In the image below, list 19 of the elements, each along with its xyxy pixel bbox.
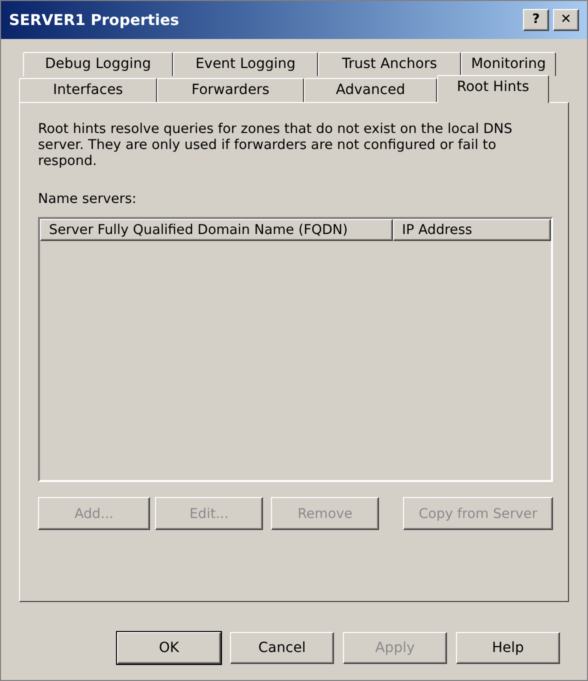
tab[interactable]: Advanced bbox=[304, 78, 437, 102]
tab[interactable]: Monitoring bbox=[461, 52, 556, 76]
tab[interactable]: Root Hints bbox=[437, 75, 549, 103]
tab[interactable]: Debug Logging bbox=[23, 52, 173, 76]
window-title: SERVER1 Properties bbox=[9, 10, 180, 31]
dialog-button[interactable]: Help bbox=[456, 632, 560, 664]
help-button[interactable]: ? bbox=[523, 9, 549, 31]
dialog-button[interactable]: Cancel bbox=[230, 632, 334, 664]
close-button[interactable]: ✕ bbox=[553, 9, 579, 31]
tab[interactable]: Trust Anchors bbox=[318, 52, 461, 76]
dialog-button[interactable]: OK bbox=[117, 632, 221, 664]
description-text: Root hints resolve queries for zones that do not exist on the local DNS server. They are only used if forwarders are not configured or fail to respond. bbox=[38, 121, 514, 169]
name-servers-label: Name servers: bbox=[38, 190, 138, 209]
tab[interactable]: Forwarders bbox=[157, 78, 304, 102]
tab[interactable]: Event Logging bbox=[173, 52, 318, 76]
column-header[interactable]: Server Fully Qualified Domain Name (FQDN) bbox=[40, 219, 393, 242]
name-servers-list[interactable]: Server Fully Qualified Domain Name (FQDN) IP Address bbox=[38, 217, 553, 482]
tab[interactable]: Interfaces bbox=[19, 78, 157, 102]
column-header[interactable]: IP Address bbox=[393, 219, 551, 242]
